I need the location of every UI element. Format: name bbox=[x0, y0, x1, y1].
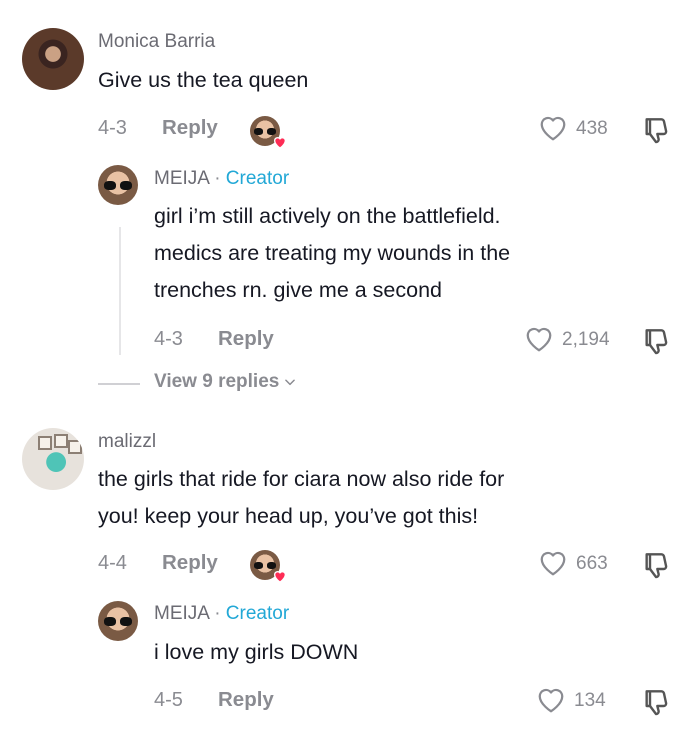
reply-username[interactable]: MEIJA · Creator bbox=[154, 603, 289, 625]
reply-text-line: girl i’m still actively on the battlefie… bbox=[154, 204, 501, 228]
heart-outline-icon[interactable] bbox=[536, 686, 566, 714]
avatar-meija[interactable] bbox=[98, 165, 138, 205]
reply-username-text[interactable]: MEIJA bbox=[154, 603, 209, 624]
avatar-malizzl[interactable] bbox=[22, 428, 84, 490]
reply-button[interactable]: Reply bbox=[162, 551, 218, 575]
avatar-monica-barria[interactable] bbox=[22, 28, 84, 90]
creator-liked-badge bbox=[250, 116, 287, 149]
reply-button[interactable]: Reply bbox=[162, 116, 218, 140]
comment-date: 4-4 bbox=[98, 552, 127, 574]
view-replies-divider bbox=[98, 383, 140, 385]
reply-text-line: medics are treating my wounds in the bbox=[154, 241, 511, 265]
creator-liked-heart-icon bbox=[273, 137, 287, 149]
creator-liked-badge bbox=[250, 550, 287, 583]
reply-button[interactable]: Reply bbox=[218, 327, 274, 351]
comment-username[interactable]: malizzl bbox=[98, 431, 156, 453]
view-replies-label[interactable]: View 9 replies bbox=[154, 371, 279, 393]
reply-text-line: trenches rn. give me a second bbox=[154, 278, 443, 302]
reply-button[interactable]: Reply bbox=[218, 688, 274, 712]
reply-thread-line bbox=[119, 227, 121, 355]
heart-outline-icon[interactable] bbox=[538, 114, 568, 142]
creator-liked-heart-icon bbox=[273, 571, 287, 583]
avatar-meija[interactable] bbox=[98, 601, 138, 641]
view-replies-button[interactable]: View 9 replies bbox=[154, 371, 297, 393]
like-count: 663 bbox=[576, 553, 608, 574]
username-separator: · bbox=[214, 603, 221, 624]
username-separator: · bbox=[214, 168, 221, 189]
creator-badge: Creator bbox=[225, 168, 290, 189]
thumbs-down-icon[interactable] bbox=[640, 114, 672, 146]
thumbs-down-icon[interactable] bbox=[640, 686, 672, 718]
thumbs-down-icon[interactable] bbox=[640, 325, 672, 357]
comment-username[interactable]: Monica Barria bbox=[98, 31, 215, 53]
reply-username-text[interactable]: MEIJA bbox=[154, 168, 209, 189]
like-count: 134 bbox=[574, 690, 606, 711]
creator-badge: Creator bbox=[225, 603, 290, 624]
comment-date: 4-3 bbox=[98, 117, 127, 139]
reply-text: i love my girls DOWN bbox=[154, 640, 359, 664]
heart-outline-icon[interactable] bbox=[538, 549, 568, 577]
reply-username[interactable]: MEIJA · Creator bbox=[154, 168, 289, 190]
comment-text-line: the girls that ride for ciara now also r… bbox=[98, 467, 505, 491]
reply-date: 4-5 bbox=[154, 689, 183, 711]
comment-text-line: you! keep your head up, you’ve got this! bbox=[98, 504, 479, 528]
like-count: 2,194 bbox=[562, 329, 610, 350]
like-count: 438 bbox=[576, 118, 608, 139]
comment-text: Give us the tea queen bbox=[98, 68, 309, 92]
reply-date: 4-3 bbox=[154, 328, 183, 350]
thumbs-down-icon[interactable] bbox=[640, 549, 672, 581]
heart-outline-icon[interactable] bbox=[524, 325, 554, 353]
chevron-down-icon bbox=[285, 379, 296, 386]
